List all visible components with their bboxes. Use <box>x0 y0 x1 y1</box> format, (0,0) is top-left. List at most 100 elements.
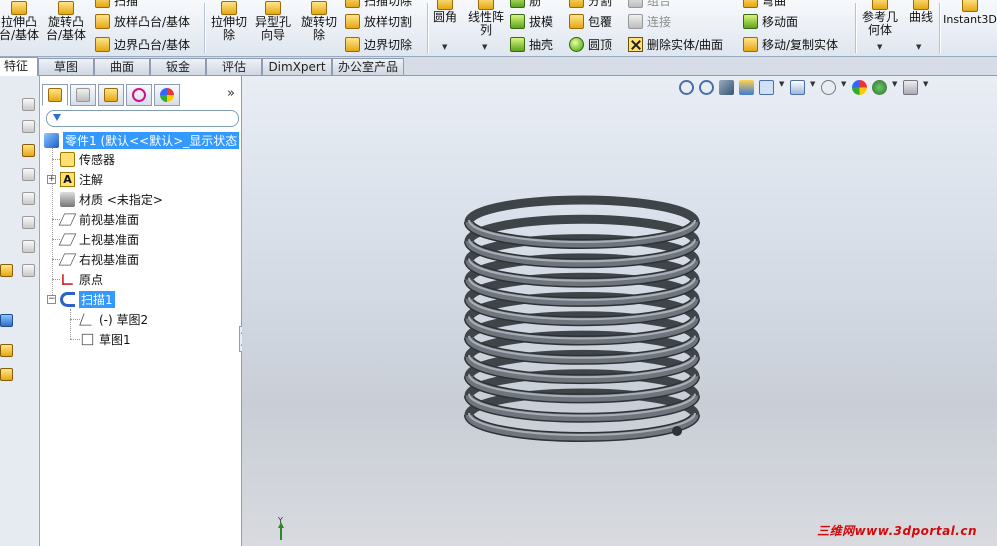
extruded-boss-button[interactable]: 拉伸凸 台/基体 <box>0 1 40 42</box>
graphics-viewport[interactable]: ▼ ▼ ▼ ▼ ▼ Y 三维网www.3dportal.cn <box>242 76 997 546</box>
collapse-sweep-toggle[interactable]: − <box>47 295 56 304</box>
tab-sheet-metal[interactable]: 钣金 <box>150 58 206 75</box>
boundary-boss-button[interactable]: 边界凸台/基体 <box>95 35 190 53</box>
loft-boss-icon <box>95 13 110 29</box>
tree-item-material[interactable]: 材质 <未指定> <box>60 190 163 208</box>
split-button[interactable]: 分割 <box>569 0 612 9</box>
tab-dimxpert-label: DimXpert <box>268 60 326 74</box>
tab-office-products-label: 办公室产品 <box>337 60 398 74</box>
tool-icon[interactable] <box>0 344 13 357</box>
hole-wizard-button[interactable]: 异型孔 向导 <box>253 1 293 42</box>
plane-icon <box>58 253 77 265</box>
helical-spring-model[interactable] <box>242 76 997 546</box>
property-manager-tab[interactable] <box>70 84 96 106</box>
tree-item-label: 右视基准面 <box>79 252 140 267</box>
combine-button[interactable]: 组合 <box>628 0 671 9</box>
revolved-boss-button[interactable]: 旋转凸 台/基体 <box>44 1 88 42</box>
configuration-icon <box>104 88 118 102</box>
draft-button[interactable]: 拔模 <box>510 12 553 30</box>
watermark-text: 三维网www.3dportal.cn <box>817 524 977 538</box>
extruded-boss-label: 拉伸凸 台/基体 <box>0 15 40 42</box>
sketch-tool-icon[interactable] <box>22 98 35 111</box>
shell-label: 抽壳 <box>529 37 554 52</box>
dimxpert-tab[interactable] <box>126 84 152 106</box>
tab-sketch[interactable]: 草图 <box>38 58 94 75</box>
lofted-cut-button[interactable]: 放样切割 <box>345 12 412 30</box>
linear-pattern-button[interactable]: 线性阵 列 <box>465 0 507 37</box>
sweep-boss-icon <box>95 0 110 8</box>
reference-geometry-button[interactable]: 参考几 何体 <box>858 0 902 37</box>
configuration-tab[interactable] <box>98 84 124 106</box>
move-face-button[interactable]: 移动面 <box>743 12 798 30</box>
sketch-tool-icon[interactable] <box>22 240 35 253</box>
swept-boss-button[interactable]: 扫描 <box>95 0 138 9</box>
expand-annotations-toggle[interactable]: + <box>47 175 56 184</box>
material-icon <box>60 191 75 207</box>
tab-sketch-label: 草图 <box>53 60 78 74</box>
tree-item-sweep1[interactable]: 扫描1 <box>60 290 115 308</box>
shell-button[interactable]: 抽壳 <box>510 35 553 53</box>
tree-item-sketch1[interactable]: 草图1 <box>80 330 131 348</box>
fillet-button[interactable]: 圆角 <box>431 0 459 24</box>
curves-dropdown[interactable]: ▼ <box>916 43 921 51</box>
tree-connector <box>70 309 71 339</box>
reference-geometry-dropdown[interactable]: ▼ <box>877 43 882 51</box>
swept-cut-label: 扫描切除 <box>364 0 413 8</box>
tree-filter-input[interactable] <box>46 110 239 127</box>
tree-item-origin[interactable]: 原点 <box>60 270 103 288</box>
fillet-dropdown-arrow[interactable]: ▼ <box>442 43 447 51</box>
sketch-tool-icon[interactable] <box>22 192 35 205</box>
display-manager-tab[interactable] <box>154 84 180 106</box>
swept-cut-button[interactable]: 扫描切除 <box>345 0 412 9</box>
tree-item-sketch2[interactable]: (-) 草图2 <box>79 310 148 328</box>
pencil-icon[interactable] <box>0 264 13 277</box>
tab-surfaces[interactable]: 曲面 <box>94 58 150 75</box>
wrap-button[interactable]: 包覆 <box>569 12 612 30</box>
lofted-boss-button[interactable]: 放样凸台/基体 <box>95 12 190 30</box>
lofted-cut-label: 放样切割 <box>364 14 413 29</box>
tree-item-right-plane[interactable]: 右视基准面 <box>58 250 140 268</box>
sketch-tool-icon[interactable] <box>22 120 35 133</box>
move-face-icon <box>743 13 758 29</box>
tree-item-annotations[interactable]: A 注解 <box>60 170 103 188</box>
tab-evaluate-label: 评估 <box>221 60 246 74</box>
boundary-cut-icon <box>345 36 360 52</box>
tab-office-products[interactable]: 办公室产品 <box>332 58 404 75</box>
move-copy-label: 移动/复制实体 <box>762 37 839 52</box>
tool-icon[interactable] <box>0 314 13 327</box>
dome-button[interactable]: 圆顶 <box>569 35 612 53</box>
tab-evaluate[interactable]: 评估 <box>206 58 262 75</box>
tab-dimxpert[interactable]: DimXpert <box>262 58 332 75</box>
tool-icon[interactable] <box>0 368 13 381</box>
join-button[interactable]: 连接 <box>628 12 671 30</box>
sketch-tool-icon[interactable] <box>22 264 35 277</box>
revolved-cut-label: 旋转切 除 <box>300 15 337 42</box>
sketch-tool-icon[interactable] <box>22 216 35 229</box>
boundary-boss-label: 边界凸台/基体 <box>114 37 191 52</box>
folder-icon[interactable] <box>22 144 35 157</box>
hole-wizard-icon <box>265 1 281 15</box>
curves-button[interactable]: 曲线 <box>905 0 937 24</box>
sketch-tool-icon[interactable] <box>22 168 35 181</box>
boundary-cut-button[interactable]: 边界切除 <box>345 35 412 53</box>
rib-button[interactable]: 筋 <box>510 0 541 9</box>
tab-features[interactable]: 特征 <box>0 57 38 76</box>
feature-tree-tab[interactable] <box>42 84 68 106</box>
revolved-cut-button[interactable]: 旋转切 除 <box>299 1 339 42</box>
split-icon <box>569 0 584 8</box>
sketch-icon <box>81 333 94 345</box>
loft-cut-icon <box>345 13 360 29</box>
delete-body-button[interactable]: 删除实体/曲面 <box>628 35 723 53</box>
plane-icon <box>58 233 77 245</box>
fm-more-button[interactable]: » <box>227 86 235 101</box>
move-copy-body-button[interactable]: 移动/复制实体 <box>743 35 838 53</box>
flex-button[interactable]: 弯曲 <box>743 0 786 9</box>
extruded-cut-button[interactable]: 拉伸切 除 <box>209 1 249 42</box>
instant3d-button[interactable]: Instant3D <box>942 0 997 26</box>
pattern-dropdown-arrow[interactable]: ▼ <box>482 43 487 51</box>
tree-connector <box>70 319 80 320</box>
tree-item-sensors[interactable]: 传感器 <box>60 150 115 168</box>
tree-root-part[interactable]: 零件1 (默认<<默认>_显示状态 <box>44 131 240 149</box>
tree-item-top-plane[interactable]: 上视基准面 <box>58 230 139 248</box>
tree-item-front-plane[interactable]: 前视基准面 <box>58 210 139 228</box>
